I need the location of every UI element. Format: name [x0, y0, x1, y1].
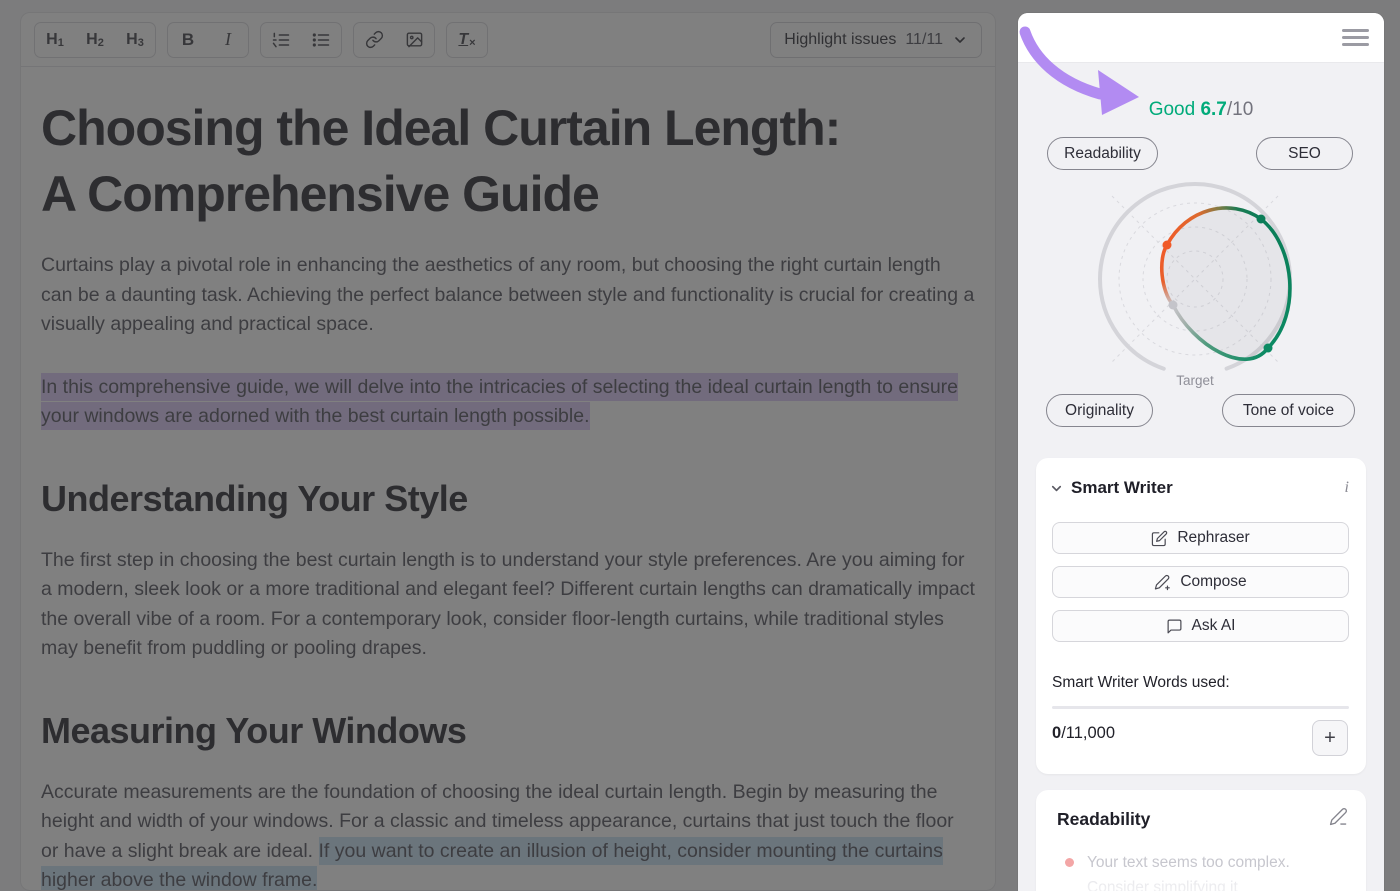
gauge-dot-readability [1163, 241, 1172, 250]
readability-title: Readability [1057, 809, 1150, 830]
panel-header [1018, 13, 1384, 63]
issue-text: Your text seems too complex. [1087, 853, 1290, 873]
words-used-label: Smart Writer Words used: [1052, 674, 1230, 692]
issue-severity-dot [1065, 858, 1074, 867]
gauge-dot-originality [1169, 301, 1178, 310]
gauge-dot-tone-of-voice [1264, 344, 1273, 353]
gauge-target-label: Target [1176, 373, 1214, 388]
ask-ai-label: Ask AI [1192, 617, 1236, 635]
rephraser-button[interactable]: Rephraser [1052, 522, 1349, 554]
chat-bubble-icon [1166, 618, 1183, 635]
info-icon[interactable]: i [1345, 479, 1349, 497]
words-used-count: 0 [1052, 724, 1061, 742]
hamburger-menu-icon[interactable] [1342, 25, 1369, 50]
score-gauge-chart: Target [1018, 161, 1384, 401]
overall-score: Good 6.7/10 [1018, 99, 1384, 121]
compose-label: Compose [1180, 573, 1246, 591]
readability-header: Readability [1036, 790, 1366, 831]
compose-pen-icon [1154, 574, 1171, 591]
smart-writer-card: Smart Writer i Rephraser Compose Ask AI … [1036, 458, 1366, 774]
chevron-down-icon [1049, 481, 1064, 496]
readability-card: Readability Your text seems too complex.… [1036, 790, 1366, 891]
ask-ai-button[interactable]: Ask AI [1052, 610, 1349, 642]
smart-writer-header[interactable]: Smart Writer i [1036, 458, 1366, 498]
rephrase-pen-icon [1151, 530, 1168, 547]
edit-pencil-icon[interactable] [1329, 807, 1348, 831]
words-used-progress-bar [1052, 706, 1349, 709]
compose-button[interactable]: Compose [1052, 566, 1349, 598]
score-value: 6.7 [1200, 99, 1226, 120]
score-denominator: /10 [1227, 99, 1253, 120]
score-label: Good [1149, 99, 1195, 120]
rephraser-label: Rephraser [1177, 529, 1249, 547]
add-words-button[interactable]: + [1312, 720, 1348, 756]
issue-text-continued: Consider simplifying it [1036, 873, 1366, 891]
readability-issue[interactable]: Your text seems too complex. [1036, 831, 1366, 873]
seo-assistant-panel: Good 6.7/10 Readability SEO Originality … [1018, 13, 1384, 891]
gauge-dot-seo [1257, 215, 1266, 224]
words-used-value: 0/11,000 [1052, 724, 1115, 743]
smart-writer-title: Smart Writer [1071, 478, 1173, 498]
words-limit: /11,000 [1061, 724, 1115, 742]
